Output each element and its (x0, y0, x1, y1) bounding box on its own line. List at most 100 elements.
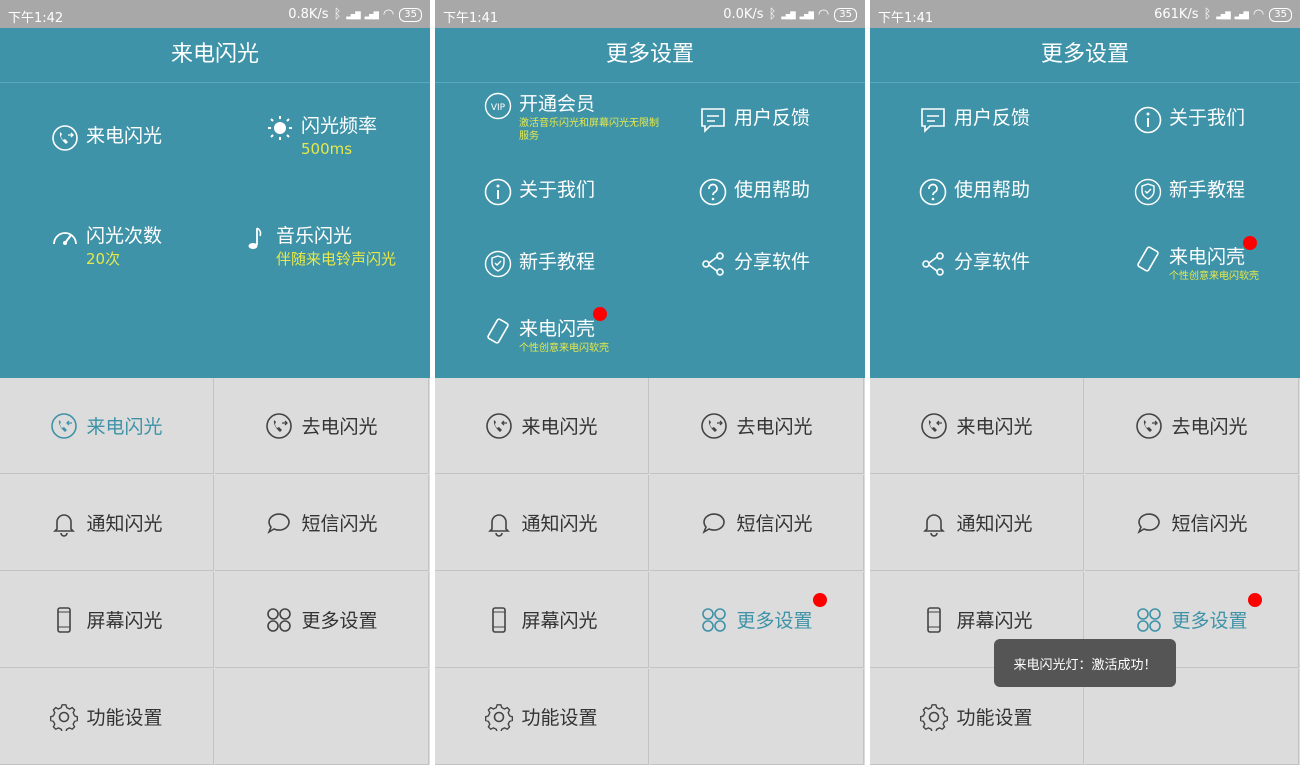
gear-icon (50, 703, 79, 731)
status-time: 下午1:41 (878, 11, 934, 26)
signal-icon-2: ▂▄▆ (1234, 9, 1249, 20)
menu-incoming-flash[interactable]: 来电闪光 (435, 378, 649, 474)
panel-item-help[interactable]: 使用帮助 (918, 177, 1030, 207)
bell-icon (485, 509, 513, 537)
panel-item-incoming-flash[interactable]: 来电闪光 (50, 123, 162, 153)
help-icon (918, 177, 948, 207)
notification-badge (1248, 593, 1262, 607)
panel-item-sub: 20次 (86, 250, 121, 268)
menu-screen-flash[interactable]: 屏幕闪光 (0, 572, 214, 668)
menu-outgoing-flash[interactable]: 去电闪光 (650, 378, 864, 474)
panel-item-vip[interactable]: VIP 开通会员 激活音乐闪光和屏幕闪光无限制服务 (483, 91, 664, 143)
network-speed: 0.0K/s (723, 7, 764, 22)
gauge-icon (50, 223, 80, 253)
bluetooth-icon: ᛒ (1203, 7, 1212, 22)
network-speed: 0.8K/s (288, 7, 329, 22)
wifi-icon: ◠ (1252, 7, 1265, 22)
panel-item-share[interactable]: 分享软件 (698, 249, 810, 279)
menu-more-settings[interactable]: 更多设置 (650, 572, 864, 668)
gear-icon (920, 703, 949, 731)
panel-item-feedback[interactable]: 用户反馈 (918, 105, 1030, 135)
outgoing-call-icon (700, 412, 728, 440)
panel-item-help[interactable]: 使用帮助 (698, 177, 810, 207)
settings-panel: VIP 开通会员 激活音乐闪光和屏幕闪光无限制服务 用户反馈 关于我们 使用帮助 … (435, 83, 865, 378)
page-title: 来电闪光 (0, 28, 430, 83)
panel-item-label: 新手教程 (1169, 179, 1246, 201)
signal-icon-2: ▂▄▆ (799, 9, 814, 20)
menu-label: 短信闪光 (1171, 513, 1248, 535)
menu-notification-flash[interactable]: 通知闪光 (870, 475, 1084, 571)
panel-item-share[interactable]: 分享软件 (918, 249, 1030, 279)
panel-item-label: 来电闪光 (86, 125, 163, 147)
panel-item-music-flash[interactable]: 音乐闪光 伴随来电铃声闪光 (240, 223, 396, 269)
sun-icon (265, 113, 295, 143)
shield-icon (483, 249, 513, 279)
vip-icon: VIP (483, 91, 513, 121)
menu-outgoing-flash[interactable]: 去电闪光 (1085, 378, 1299, 474)
menu-sms-flash[interactable]: 短信闪光 (215, 475, 429, 571)
menu-label: 去电闪光 (736, 416, 813, 438)
signal-icon: ▂▄▆ (781, 9, 795, 20)
battery-icon: 35 (834, 7, 857, 22)
page-title: 更多设置 (435, 28, 865, 83)
outgoing-call-icon (1135, 412, 1163, 440)
panel-item-label: 用户反馈 (954, 107, 1031, 129)
menu-empty-cell (650, 669, 864, 765)
menu-label: 去电闪光 (301, 416, 378, 438)
feedback-icon (698, 105, 728, 135)
panel-item-tutorial[interactable]: 新手教程 (1133, 177, 1245, 207)
chat-bubble-icon (1135, 509, 1163, 537)
panel-item-about[interactable]: 关于我们 (483, 177, 595, 207)
panel-item-label: 关于我们 (519, 179, 596, 201)
page-title: 更多设置 (870, 28, 1300, 83)
phone-screen-icon (920, 606, 948, 634)
menu-notification-flash[interactable]: 通知闪光 (435, 475, 649, 571)
battery-icon: 35 (399, 7, 422, 22)
panel-item-label: 闪光次数 (86, 225, 163, 247)
panel-item-phone-case[interactable]: 来电闪壳 个性创意来电闪软壳 (1133, 244, 1259, 283)
menu-outgoing-flash[interactable]: 去电闪光 (215, 378, 429, 474)
panel-item-sub: 个性创意来电闪软壳 (1169, 271, 1259, 282)
menu-label: 功能设置 (86, 707, 163, 729)
bell-icon (50, 509, 78, 537)
share-icon (918, 249, 948, 279)
signal-icon: ▂▄▆ (346, 9, 360, 20)
menu-label: 更多设置 (301, 610, 378, 632)
status-time: 下午1:41 (443, 11, 499, 26)
screen-1: 下午1:42 0.8K/s ᛒ ▂▄▆ ▂▄▆ ◠ 35 来电闪光 来电闪光 闪… (0, 0, 430, 765)
menu-incoming-flash[interactable]: 来电闪光 (870, 378, 1084, 474)
panel-item-label: 关于我们 (1169, 107, 1246, 129)
menu-label: 来电闪光 (521, 416, 598, 438)
menu-label: 屏幕闪光 (521, 610, 598, 632)
panel-item-phone-case[interactable]: 来电闪壳 个性创意来电闪软壳 (483, 316, 609, 355)
panel-item-tutorial[interactable]: 新手教程 (483, 249, 595, 279)
signal-icon-2: ▂▄▆ (364, 9, 379, 20)
menu-function-settings[interactable]: 功能设置 (0, 669, 214, 765)
panel-item-flash-frequency[interactable]: 闪光频率 500ms (265, 113, 377, 159)
menu-incoming-flash[interactable]: 来电闪光 (0, 378, 214, 474)
panel-item-flash-count[interactable]: 闪光次数 20次 (50, 223, 162, 269)
four-circles-icon (265, 606, 293, 634)
outgoing-call-icon (265, 412, 293, 440)
menu-more-settings[interactable]: 更多设置 (215, 572, 429, 668)
phone-screen-icon (485, 606, 513, 634)
main-menu-grid: 来电闪光 去电闪光 通知闪光 短信闪光 屏幕闪光 更多设置 功能设置 (0, 378, 430, 765)
four-circles-icon (1135, 606, 1163, 634)
wifi-icon: ◠ (817, 7, 830, 22)
menu-label: 来电闪光 (956, 416, 1033, 438)
incoming-call-icon (485, 412, 513, 440)
panel-item-label: 分享软件 (734, 251, 811, 273)
menu-notification-flash[interactable]: 通知闪光 (0, 475, 214, 571)
screen-2: 下午1:41 0.0K/s ᛒ ▂▄▆ ▂▄▆ ◠ 35 更多设置 VIP 开通… (435, 0, 865, 765)
menu-sms-flash[interactable]: 短信闪光 (1085, 475, 1299, 571)
battery-icon: 35 (1269, 7, 1292, 22)
menu-sms-flash[interactable]: 短信闪光 (650, 475, 864, 571)
menu-function-settings[interactable]: 功能设置 (435, 669, 649, 765)
wifi-icon: ◠ (382, 7, 395, 22)
bell-icon (920, 509, 948, 537)
chat-bubble-icon (700, 509, 728, 537)
panel-item-feedback[interactable]: 用户反馈 (698, 105, 810, 135)
main-menu-grid: 来电闪光 去电闪光 通知闪光 短信闪光 屏幕闪光 更多设置 功能设置 (435, 378, 865, 765)
menu-screen-flash[interactable]: 屏幕闪光 (435, 572, 649, 668)
panel-item-about[interactable]: 关于我们 (1133, 105, 1245, 135)
